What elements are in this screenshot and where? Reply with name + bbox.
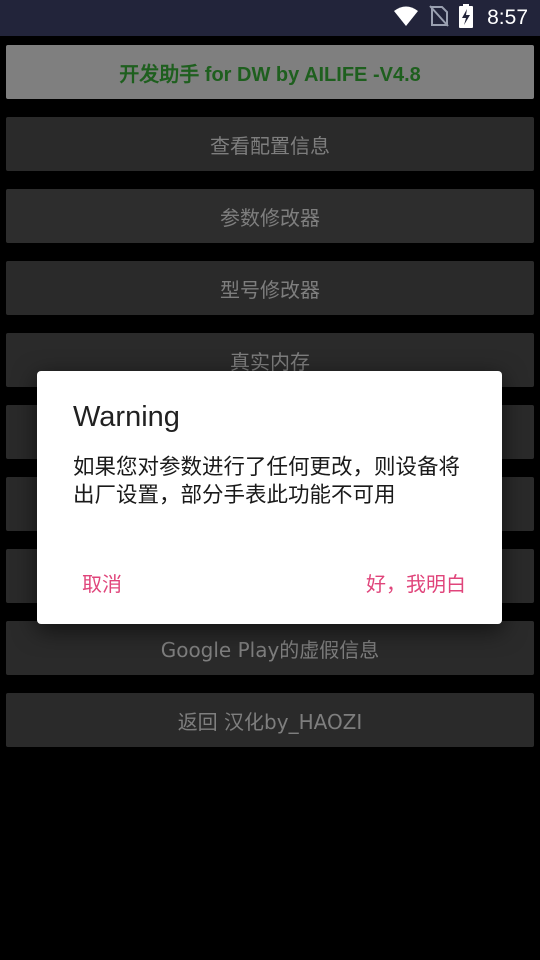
- dialog-message: 如果您对参数进行了任何更改，则设备将出厂设置，部分手表此功能不可用: [73, 455, 461, 508]
- status-bar: 8:57: [0, 0, 540, 36]
- status-time: 8:57: [487, 6, 528, 29]
- wifi-icon: [393, 5, 419, 31]
- dialog-title: Warning: [73, 401, 180, 433]
- status-icons: 8:57: [393, 0, 528, 36]
- battery-charging-icon: [459, 4, 474, 32]
- screen: 8:57 开发助手 for DW by AILIFE -V4.8 查看配置信息 …: [0, 0, 540, 960]
- no-sim-icon: [429, 5, 449, 31]
- cancel-button[interactable]: 取消: [82, 567, 122, 597]
- warning-dialog: Warning 如果您对参数进行了任何更改，则设备将出厂设置，部分手表此功能不可…: [37, 371, 502, 624]
- confirm-button[interactable]: 好，我明白: [366, 567, 466, 597]
